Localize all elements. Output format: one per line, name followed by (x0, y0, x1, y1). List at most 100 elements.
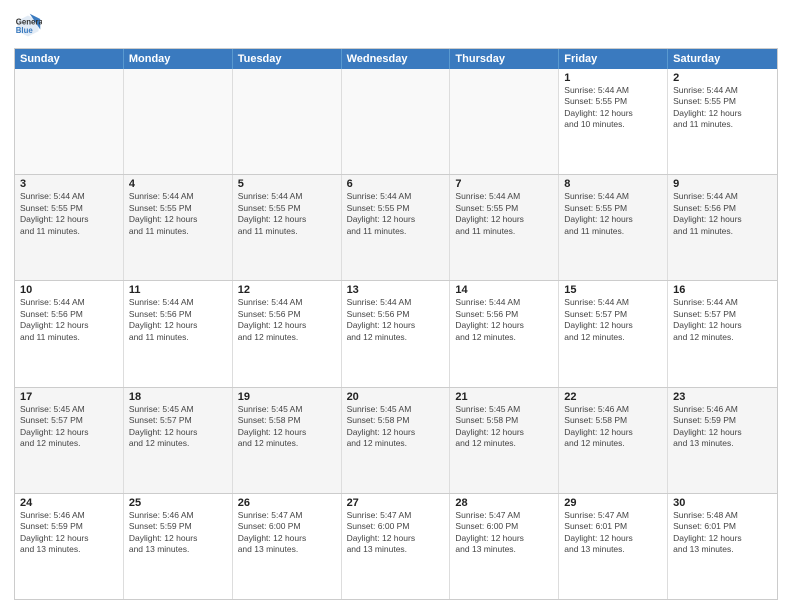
day-number: 28 (455, 497, 553, 509)
day-number: 26 (238, 497, 336, 509)
day-info: Sunrise: 5:44 AMSunset: 5:57 PMDaylight:… (564, 297, 662, 343)
calendar-header: SundayMondayTuesdayWednesdayThursdayFrid… (15, 49, 777, 69)
day-info: Sunrise: 5:46 AMSunset: 5:59 PMDaylight:… (673, 404, 772, 450)
svg-text:Blue: Blue (16, 26, 34, 35)
day-cell-14: 14Sunrise: 5:44 AMSunset: 5:56 PMDayligh… (450, 281, 559, 386)
calendar-row-2: 10Sunrise: 5:44 AMSunset: 5:56 PMDayligh… (15, 280, 777, 386)
day-info: Sunrise: 5:44 AMSunset: 5:55 PMDaylight:… (129, 191, 227, 237)
day-number: 23 (673, 391, 772, 403)
day-number: 20 (347, 391, 445, 403)
header-day-tuesday: Tuesday (233, 49, 342, 69)
day-cell-15: 15Sunrise: 5:44 AMSunset: 5:57 PMDayligh… (559, 281, 668, 386)
day-cell-22: 22Sunrise: 5:46 AMSunset: 5:58 PMDayligh… (559, 388, 668, 493)
day-info: Sunrise: 5:44 AMSunset: 5:55 PMDaylight:… (673, 85, 772, 131)
day-cell-6: 6Sunrise: 5:44 AMSunset: 5:55 PMDaylight… (342, 175, 451, 280)
day-number: 22 (564, 391, 662, 403)
day-cell-17: 17Sunrise: 5:45 AMSunset: 5:57 PMDayligh… (15, 388, 124, 493)
day-cell-9: 9Sunrise: 5:44 AMSunset: 5:56 PMDaylight… (668, 175, 777, 280)
day-number: 8 (564, 178, 662, 190)
day-info: Sunrise: 5:44 AMSunset: 5:55 PMDaylight:… (238, 191, 336, 237)
day-info: Sunrise: 5:44 AMSunset: 5:55 PMDaylight:… (564, 85, 662, 131)
day-number: 27 (347, 497, 445, 509)
day-info: Sunrise: 5:46 AMSunset: 5:58 PMDaylight:… (564, 404, 662, 450)
day-info: Sunrise: 5:45 AMSunset: 5:57 PMDaylight:… (20, 404, 118, 450)
day-cell-5: 5Sunrise: 5:44 AMSunset: 5:55 PMDaylight… (233, 175, 342, 280)
header-day-sunday: Sunday (15, 49, 124, 69)
day-number: 3 (20, 178, 118, 190)
day-cell-12: 12Sunrise: 5:44 AMSunset: 5:56 PMDayligh… (233, 281, 342, 386)
day-number: 21 (455, 391, 553, 403)
day-cell-13: 13Sunrise: 5:44 AMSunset: 5:56 PMDayligh… (342, 281, 451, 386)
day-cell-27: 27Sunrise: 5:47 AMSunset: 6:00 PMDayligh… (342, 494, 451, 599)
day-number: 18 (129, 391, 227, 403)
day-cell-11: 11Sunrise: 5:44 AMSunset: 5:56 PMDayligh… (124, 281, 233, 386)
day-cell-7: 7Sunrise: 5:44 AMSunset: 5:55 PMDaylight… (450, 175, 559, 280)
calendar-row-0: 1Sunrise: 5:44 AMSunset: 5:55 PMDaylight… (15, 69, 777, 174)
day-info: Sunrise: 5:44 AMSunset: 5:55 PMDaylight:… (455, 191, 553, 237)
day-info: Sunrise: 5:48 AMSunset: 6:01 PMDaylight:… (673, 510, 772, 556)
day-info: Sunrise: 5:47 AMSunset: 6:00 PMDaylight:… (238, 510, 336, 556)
day-number: 10 (20, 284, 118, 296)
day-info: Sunrise: 5:44 AMSunset: 5:56 PMDaylight:… (347, 297, 445, 343)
day-number: 15 (564, 284, 662, 296)
calendar-row-1: 3Sunrise: 5:44 AMSunset: 5:55 PMDaylight… (15, 174, 777, 280)
day-cell-4: 4Sunrise: 5:44 AMSunset: 5:55 PMDaylight… (124, 175, 233, 280)
day-info: Sunrise: 5:47 AMSunset: 6:01 PMDaylight:… (564, 510, 662, 556)
day-cell-26: 26Sunrise: 5:47 AMSunset: 6:00 PMDayligh… (233, 494, 342, 599)
header-day-saturday: Saturday (668, 49, 777, 69)
day-cell-20: 20Sunrise: 5:45 AMSunset: 5:58 PMDayligh… (342, 388, 451, 493)
day-number: 14 (455, 284, 553, 296)
day-info: Sunrise: 5:44 AMSunset: 5:56 PMDaylight:… (455, 297, 553, 343)
header-day-thursday: Thursday (450, 49, 559, 69)
day-number: 25 (129, 497, 227, 509)
empty-cell (124, 69, 233, 174)
day-number: 5 (238, 178, 336, 190)
day-info: Sunrise: 5:45 AMSunset: 5:58 PMDaylight:… (238, 404, 336, 450)
day-number: 1 (564, 72, 662, 84)
day-info: Sunrise: 5:44 AMSunset: 5:55 PMDaylight:… (20, 191, 118, 237)
day-number: 13 (347, 284, 445, 296)
svg-text:General: General (16, 17, 42, 26)
calendar: SundayMondayTuesdayWednesdayThursdayFrid… (14, 48, 778, 600)
day-cell-24: 24Sunrise: 5:46 AMSunset: 5:59 PMDayligh… (15, 494, 124, 599)
day-info: Sunrise: 5:44 AMSunset: 5:56 PMDaylight:… (673, 191, 772, 237)
day-info: Sunrise: 5:47 AMSunset: 6:00 PMDaylight:… (455, 510, 553, 556)
day-number: 24 (20, 497, 118, 509)
day-info: Sunrise: 5:45 AMSunset: 5:57 PMDaylight:… (129, 404, 227, 450)
day-info: Sunrise: 5:46 AMSunset: 5:59 PMDaylight:… (20, 510, 118, 556)
day-info: Sunrise: 5:45 AMSunset: 5:58 PMDaylight:… (347, 404, 445, 450)
calendar-row-3: 17Sunrise: 5:45 AMSunset: 5:57 PMDayligh… (15, 387, 777, 493)
day-cell-19: 19Sunrise: 5:45 AMSunset: 5:58 PMDayligh… (233, 388, 342, 493)
day-cell-28: 28Sunrise: 5:47 AMSunset: 6:00 PMDayligh… (450, 494, 559, 599)
header-day-friday: Friday (559, 49, 668, 69)
day-info: Sunrise: 5:44 AMSunset: 5:56 PMDaylight:… (20, 297, 118, 343)
day-number: 4 (129, 178, 227, 190)
day-cell-21: 21Sunrise: 5:45 AMSunset: 5:58 PMDayligh… (450, 388, 559, 493)
day-cell-23: 23Sunrise: 5:46 AMSunset: 5:59 PMDayligh… (668, 388, 777, 493)
day-cell-1: 1Sunrise: 5:44 AMSunset: 5:55 PMDaylight… (559, 69, 668, 174)
day-cell-16: 16Sunrise: 5:44 AMSunset: 5:57 PMDayligh… (668, 281, 777, 386)
day-number: 7 (455, 178, 553, 190)
day-number: 11 (129, 284, 227, 296)
empty-cell (342, 69, 451, 174)
day-cell-8: 8Sunrise: 5:44 AMSunset: 5:55 PMDaylight… (559, 175, 668, 280)
day-number: 12 (238, 284, 336, 296)
header-day-monday: Monday (124, 49, 233, 69)
day-info: Sunrise: 5:44 AMSunset: 5:56 PMDaylight:… (238, 297, 336, 343)
day-cell-29: 29Sunrise: 5:47 AMSunset: 6:01 PMDayligh… (559, 494, 668, 599)
day-cell-2: 2Sunrise: 5:44 AMSunset: 5:55 PMDaylight… (668, 69, 777, 174)
page: General Blue SundayMondayTuesdayWednesda… (0, 0, 792, 612)
day-number: 17 (20, 391, 118, 403)
day-cell-10: 10Sunrise: 5:44 AMSunset: 5:56 PMDayligh… (15, 281, 124, 386)
day-cell-30: 30Sunrise: 5:48 AMSunset: 6:01 PMDayligh… (668, 494, 777, 599)
calendar-body: 1Sunrise: 5:44 AMSunset: 5:55 PMDaylight… (15, 69, 777, 599)
day-cell-25: 25Sunrise: 5:46 AMSunset: 5:59 PMDayligh… (124, 494, 233, 599)
logo: General Blue (14, 12, 46, 40)
logo-icon: General Blue (14, 12, 42, 40)
day-info: Sunrise: 5:47 AMSunset: 6:00 PMDaylight:… (347, 510, 445, 556)
day-number: 16 (673, 284, 772, 296)
day-number: 2 (673, 72, 772, 84)
day-info: Sunrise: 5:44 AMSunset: 5:56 PMDaylight:… (129, 297, 227, 343)
empty-cell (15, 69, 124, 174)
empty-cell (450, 69, 559, 174)
